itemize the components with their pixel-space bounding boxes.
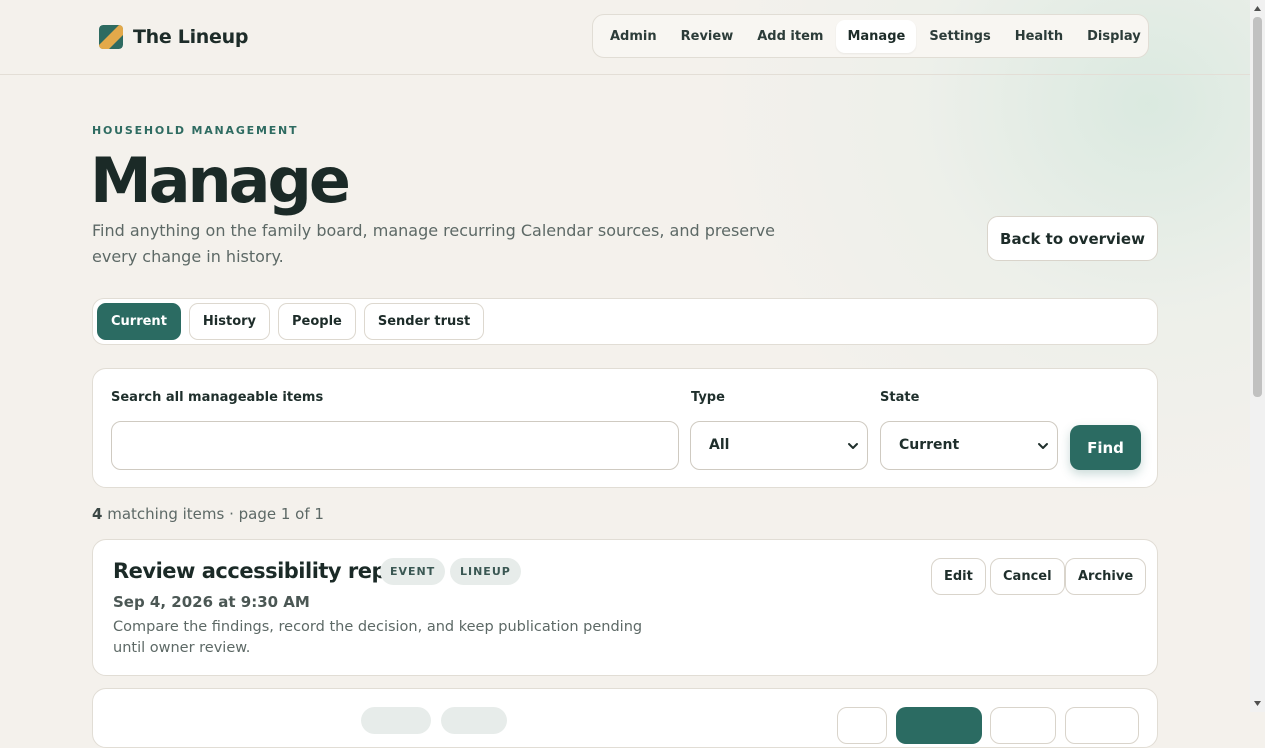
result-count: 4 matching items · page 1 of 1: [92, 505, 324, 523]
archive-button[interactable]: Archive: [1065, 558, 1147, 595]
item-source-badge: LINEUP: [450, 558, 521, 585]
nav-item-health[interactable]: Health: [1004, 20, 1074, 53]
find-button[interactable]: Find: [1070, 425, 1141, 470]
item-action-button-partial[interactable]: [990, 707, 1056, 744]
chevron-down-icon: [1038, 443, 1048, 449]
page-description: Find anything on the family board, manag…: [92, 221, 776, 266]
nav-item-settings[interactable]: Settings: [918, 20, 1001, 53]
page-eyebrow: HOUSEHOLD MANAGEMENT: [92, 124, 299, 137]
page-scrollbar[interactable]: [1250, 0, 1265, 712]
nav-item-manage[interactable]: Manage: [836, 19, 917, 53]
item-action-button-partial[interactable]: [837, 707, 887, 744]
chevron-down-icon: [848, 443, 858, 449]
item-title[interactable]: Review accessibility report: [113, 559, 420, 583]
back-to-overview-button[interactable]: Back to overview: [987, 216, 1158, 261]
logo-icon: [99, 25, 123, 49]
nav-item-admin[interactable]: Admin: [599, 20, 668, 53]
tab-people[interactable]: People: [278, 303, 356, 340]
nav-item-display[interactable]: Display: [1076, 20, 1152, 53]
brand-name: The Lineup: [133, 26, 249, 48]
result-count-summary: matching items · page 1 of 1: [107, 505, 324, 523]
tab-history[interactable]: History: [188, 303, 271, 340]
cancel-button[interactable]: Cancel: [990, 558, 1065, 595]
tab-current[interactable]: Current: [97, 303, 181, 340]
scroll-up-arrow-icon[interactable]: [1253, 4, 1262, 13]
nav-item-review[interactable]: Review: [670, 20, 745, 53]
search-panel: Search all manageable items Type All Sta…: [92, 368, 1158, 488]
top-bar: The Lineup Admin Review Add item Manage …: [0, 0, 1250, 75]
manage-tabs: Current History People Sender trust: [92, 298, 1158, 345]
item-card-partial: [92, 688, 1158, 748]
scroll-down-arrow-icon[interactable]: [1253, 699, 1262, 708]
search-label: Search all manageable items: [111, 390, 324, 405]
nav-item-add-item[interactable]: Add item: [746, 20, 834, 53]
item-primary-button-partial[interactable]: [896, 707, 982, 744]
item-date: Sep 4, 2026 at 9:30 AM: [113, 593, 310, 611]
type-select-value: All: [709, 437, 730, 453]
scrollbar-thumb[interactable]: [1253, 17, 1262, 397]
primary-nav: Admin Review Add item Manage Settings He…: [592, 14, 1149, 58]
item-card: Review accessibility report EVENT LINEUP…: [92, 539, 1158, 676]
tab-sender-trust[interactable]: Sender trust: [363, 303, 485, 340]
state-label: State: [880, 390, 920, 405]
brand[interactable]: The Lineup: [99, 25, 248, 49]
item-badge-partial: [441, 707, 507, 734]
state-select[interactable]: Current: [880, 421, 1058, 470]
result-count-number: 4: [92, 505, 103, 523]
type-select[interactable]: All: [690, 421, 868, 470]
item-action-button-partial[interactable]: [1065, 707, 1139, 744]
search-input[interactable]: [111, 421, 679, 470]
state-select-value: Current: [899, 437, 960, 453]
item-badge-partial: [361, 707, 431, 734]
edit-button[interactable]: Edit: [931, 558, 986, 595]
type-label: Type: [691, 390, 725, 405]
page-title: Manage: [90, 144, 351, 217]
item-type-badge: EVENT: [380, 558, 446, 585]
item-description: Compare the findings, record the decisio…: [113, 619, 643, 656]
